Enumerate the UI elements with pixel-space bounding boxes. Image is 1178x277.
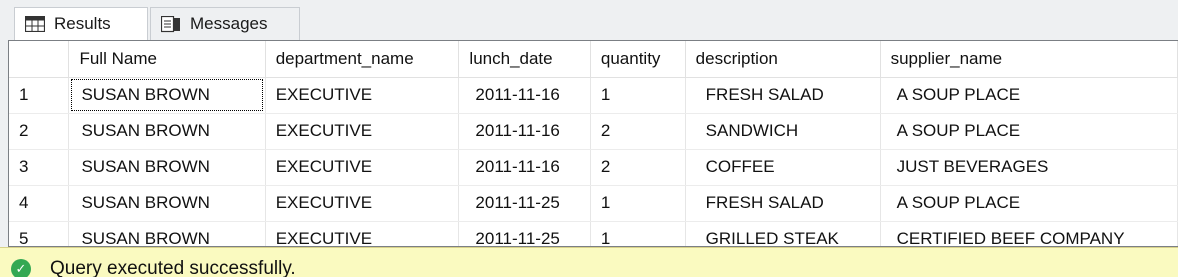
table-row: 3 SUSAN BROWN EXECUTIVE 2011-11-16 2 COF…	[9, 149, 1178, 186]
grid-icon	[24, 15, 46, 33]
column-header-department-name[interactable]: department_name	[265, 41, 460, 78]
cell-full-name[interactable]: SUSAN BROWN	[68, 221, 266, 246]
cell-quantity[interactable]: 1	[590, 77, 686, 114]
cell-supplier-name[interactable]: JUST BEVERAGES	[880, 149, 1178, 186]
cell-lunch-date[interactable]: 2011-11-25	[458, 185, 591, 222]
row-number-cell[interactable]: 2	[9, 113, 70, 150]
cell-lunch-date[interactable]: 2011-11-16	[458, 77, 591, 114]
cell-lunch-date[interactable]: 2011-11-16	[458, 149, 591, 186]
cell-supplier-name[interactable]: CERTIFIED BEEF COMPANY	[880, 221, 1178, 246]
cell-supplier-name[interactable]: A SOUP PLACE	[880, 185, 1178, 222]
cell-supplier-name[interactable]: A SOUP PLACE	[880, 77, 1178, 114]
cell-lunch-date[interactable]: 2011-11-16	[458, 113, 591, 150]
cell-department-name[interactable]: EXECUTIVE	[265, 113, 460, 150]
column-header-quantity[interactable]: quantity	[590, 41, 686, 78]
column-header-supplier-name[interactable]: supplier_name	[880, 41, 1178, 78]
table-row: 2 SUSAN BROWN EXECUTIVE 2011-11-16 2 SAN…	[9, 113, 1178, 150]
cell-department-name[interactable]: EXECUTIVE	[265, 77, 460, 114]
cell-description[interactable]: GRILLED STEAK	[685, 221, 881, 246]
query-status-bar: ✓ Query executed successfully.	[0, 247, 1178, 277]
cell-quantity[interactable]: 1	[590, 185, 686, 222]
table-row: 4 SUSAN BROWN EXECUTIVE 2011-11-25 1 FRE…	[9, 185, 1178, 222]
row-number-cell[interactable]: 1	[9, 77, 70, 114]
cell-quantity[interactable]: 2	[590, 149, 686, 186]
column-header-description[interactable]: description	[685, 41, 881, 78]
row-number-header[interactable]	[9, 41, 70, 78]
tab-messages[interactable]: Messages	[150, 7, 300, 40]
cell-quantity[interactable]: 2	[590, 113, 686, 150]
column-header-full-name[interactable]: Full Name	[68, 41, 266, 78]
table-row: 1 SUSAN BROWN EXECUTIVE 2011-11-16 1 FRE…	[9, 77, 1178, 114]
tab-results[interactable]: Results	[14, 7, 148, 40]
cell-supplier-name[interactable]: A SOUP PLACE	[880, 113, 1178, 150]
row-number-cell[interactable]: 5	[9, 221, 70, 246]
results-table: Full Name department_name lunch_date qua…	[9, 41, 1178, 246]
messages-icon	[160, 15, 181, 33]
results-grid[interactable]: Full Name department_name lunch_date qua…	[8, 40, 1178, 247]
cell-department-name[interactable]: EXECUTIVE	[265, 149, 460, 186]
cell-description[interactable]: FRESH SALAD	[685, 77, 881, 114]
cell-department-name[interactable]: EXECUTIVE	[265, 185, 460, 222]
header-row: Full Name department_name lunch_date qua…	[9, 41, 1178, 78]
cell-description[interactable]: FRESH SALAD	[685, 185, 881, 222]
cell-full-name[interactable]: SUSAN BROWN	[68, 149, 266, 186]
cell-department-name[interactable]: EXECUTIVE	[265, 221, 460, 246]
table-row: 5 SUSAN BROWN EXECUTIVE 2011-11-25 1 GRI…	[9, 221, 1178, 246]
results-tab-strip: Results Messages	[0, 0, 1178, 40]
tab-results-label: Results	[54, 14, 111, 33]
row-number-cell[interactable]: 4	[9, 185, 70, 222]
tab-messages-label: Messages	[190, 14, 268, 33]
cell-full-name[interactable]: SUSAN BROWN	[68, 185, 266, 222]
cell-description[interactable]: COFFEE	[685, 149, 881, 186]
check-circle-icon: ✓	[11, 259, 31, 277]
row-number-cell[interactable]: 3	[9, 149, 70, 186]
column-header-lunch-date[interactable]: lunch_date	[458, 41, 591, 78]
cell-full-name[interactable]: SUSAN BROWN	[68, 77, 266, 114]
query-results-window: Results Messages Full Name department_na…	[0, 0, 1178, 277]
cell-description[interactable]: SANDWICH	[685, 113, 881, 150]
cell-full-name[interactable]: SUSAN BROWN	[68, 113, 266, 150]
cell-lunch-date[interactable]: 2011-11-25	[458, 221, 591, 246]
status-message: Query executed successfully.	[50, 258, 296, 277]
cell-quantity[interactable]: 1	[590, 221, 686, 246]
